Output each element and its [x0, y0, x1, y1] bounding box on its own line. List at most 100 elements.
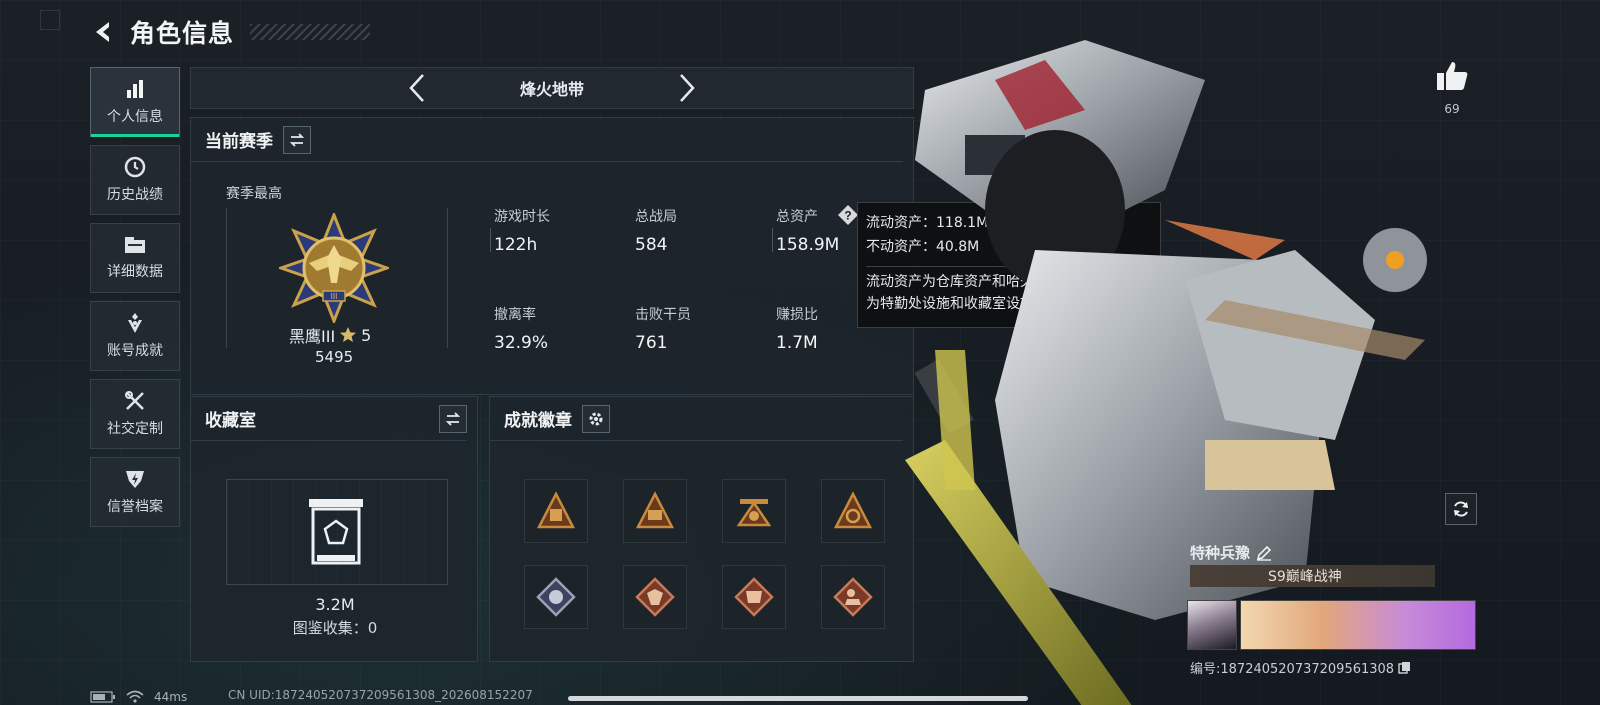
- title-decoration: [250, 24, 371, 40]
- collection-case-icon: [309, 499, 363, 565]
- chevron-right-icon: [680, 74, 695, 102]
- badge-slot[interactable]: [524, 479, 588, 543]
- badge-slot[interactable]: [821, 479, 885, 543]
- clock-icon: [124, 156, 146, 178]
- sidebar-item-personal-info[interactable]: 个人信息: [90, 67, 180, 137]
- svg-text:III: III: [331, 292, 338, 301]
- copy-icon[interactable]: [1398, 661, 1411, 674]
- swap-icon: [445, 411, 461, 426]
- page-title: 角色信息: [130, 19, 235, 48]
- avatar[interactable]: [1187, 600, 1237, 650]
- like-count: 69: [1444, 102, 1460, 116]
- triangle-badge-icon: [536, 491, 576, 529]
- stat-label: 总资产: [776, 209, 818, 225]
- stat-value: 158.9M: [776, 235, 840, 255]
- prev-mode-button[interactable]: [402, 70, 432, 106]
- edit-pencil-icon[interactable]: [1256, 545, 1272, 561]
- badge-slot[interactable]: [722, 479, 786, 543]
- sidebar-item-achievements[interactable]: 账号成就: [90, 301, 180, 371]
- diamond-badge-icon: [128, 313, 142, 333]
- stat-divider: [772, 228, 773, 252]
- badge-slot[interactable]: [722, 565, 786, 629]
- sidebar-item-details[interactable]: 详细数据: [90, 223, 180, 293]
- player-id: 编号:18724052073720956​1308: [1190, 658, 1411, 677]
- rank-name: 黑鹰III 5: [289, 323, 371, 347]
- stat-extraction-rate: 撤离率 32.9%: [494, 304, 548, 353]
- svg-text:?: ?: [844, 209, 851, 223]
- diamond-badge-icon: [833, 577, 873, 617]
- refresh-icon: [1454, 501, 1468, 517]
- mode-selector: 烽火地带: [190, 67, 914, 109]
- triangle-badge-icon: [833, 491, 873, 529]
- stat-total-matches: 总战局 584: [635, 206, 677, 255]
- collection-panel: 收藏室 3.2M 图鉴收集：0: [190, 396, 478, 662]
- panel-header: 收藏室: [191, 397, 467, 441]
- swap-icon: [289, 132, 305, 147]
- stat-value: 1.7M: [776, 333, 818, 353]
- player-title-banner: S9巅峰战神: [1190, 565, 1435, 587]
- tower-badge-icon: [736, 499, 772, 527]
- collection-value: 3.2M: [315, 595, 355, 614]
- star-icon: [340, 327, 357, 342]
- diamond-badge-icon: [635, 577, 675, 617]
- tools-icon: [125, 391, 144, 410]
- collection-count: 图鉴收集：0: [292, 619, 378, 637]
- stat-label: 游戏时长: [494, 209, 550, 225]
- player-name: 特种兵豫: [1190, 542, 1272, 563]
- stat-label: 撤离率: [494, 307, 536, 323]
- stat-play-time: 游戏时长 122h: [494, 206, 550, 255]
- season-best-label: 赛季最高: [226, 186, 282, 202]
- diamond-badge-icon: [734, 577, 774, 617]
- sidebar-item-social[interactable]: 社交定制: [90, 379, 180, 449]
- stat-value: 761: [635, 333, 668, 353]
- player-card-banner[interactable]: [1240, 600, 1476, 650]
- stat-total-assets: 总资产 158.9M: [776, 206, 839, 255]
- sidebar-item-label: 历史战绩: [107, 187, 163, 203]
- rank-score: 5495: [315, 348, 354, 366]
- sidebar-item-history[interactable]: 历史战绩: [90, 145, 180, 215]
- panel-header: 当前赛季: [191, 118, 903, 162]
- stat-label: 赚损比: [776, 307, 818, 323]
- achievement-badges-panel: 成就徽章: [489, 396, 914, 662]
- status-bar: 44ms: [90, 688, 187, 705]
- panel-title: 当前赛季: [205, 132, 273, 152]
- sidebar-item-reputation[interactable]: 信誉档案: [90, 457, 180, 527]
- sidebar-item-label: 社交定制: [107, 421, 163, 437]
- player-name-text: 特种兵豫: [1190, 544, 1251, 562]
- badge-slot[interactable]: [623, 479, 687, 543]
- badge-settings-button[interactable]: [582, 404, 610, 433]
- help-icon[interactable]: ?: [838, 205, 858, 225]
- badge-slot[interactable]: [821, 565, 885, 629]
- player-title-tag: S9巅峰战神: [1268, 569, 1342, 585]
- season-switch-button[interactable]: [283, 125, 311, 154]
- mode-name: 烽火地带: [519, 80, 584, 99]
- rank-name-text: 黑鹰III: [289, 327, 336, 346]
- like-widget[interactable]: 69: [1432, 60, 1472, 116]
- home-indicator[interactable]: [568, 696, 1028, 701]
- triangle-badge-icon: [635, 491, 675, 529]
- chevron-left-icon: [409, 74, 424, 102]
- next-mode-button[interactable]: [672, 70, 702, 106]
- rank-medal-icon: III: [279, 213, 389, 323]
- sidebar-item-label: 信誉档案: [107, 499, 163, 515]
- panel-header: 成就徽章: [490, 397, 903, 441]
- badge-slot[interactable]: [623, 565, 687, 629]
- collection-switch-button[interactable]: [439, 404, 467, 433]
- badge-slot[interactable]: [524, 565, 588, 629]
- stat-value: 584: [635, 235, 668, 255]
- refresh-button[interactable]: [1445, 493, 1477, 525]
- stat-label: 总战局: [635, 209, 677, 225]
- shield-bolt-icon: [126, 471, 144, 488]
- stat-divider: [490, 228, 491, 252]
- battery-icon: [90, 690, 115, 703]
- sidebar-item-label: 详细数据: [107, 264, 163, 280]
- current-season-panel: 当前赛季 赛季最高 III 黑鹰III 5 5495 游戏时长 122h 总战局…: [190, 117, 914, 395]
- diamond-badge-icon: [536, 577, 576, 617]
- stat-label: 击败干员: [635, 307, 691, 323]
- gear-icon: [589, 412, 603, 425]
- corner-mark: [40, 10, 60, 30]
- badge-grid: [524, 479, 885, 629]
- sidebar: 个人信息 历史战绩 详细数据 账号成就 社交定制 信誉档案: [90, 67, 180, 527]
- back-arrow-icon[interactable]: [90, 18, 118, 46]
- page-header: 角色信息: [90, 14, 371, 50]
